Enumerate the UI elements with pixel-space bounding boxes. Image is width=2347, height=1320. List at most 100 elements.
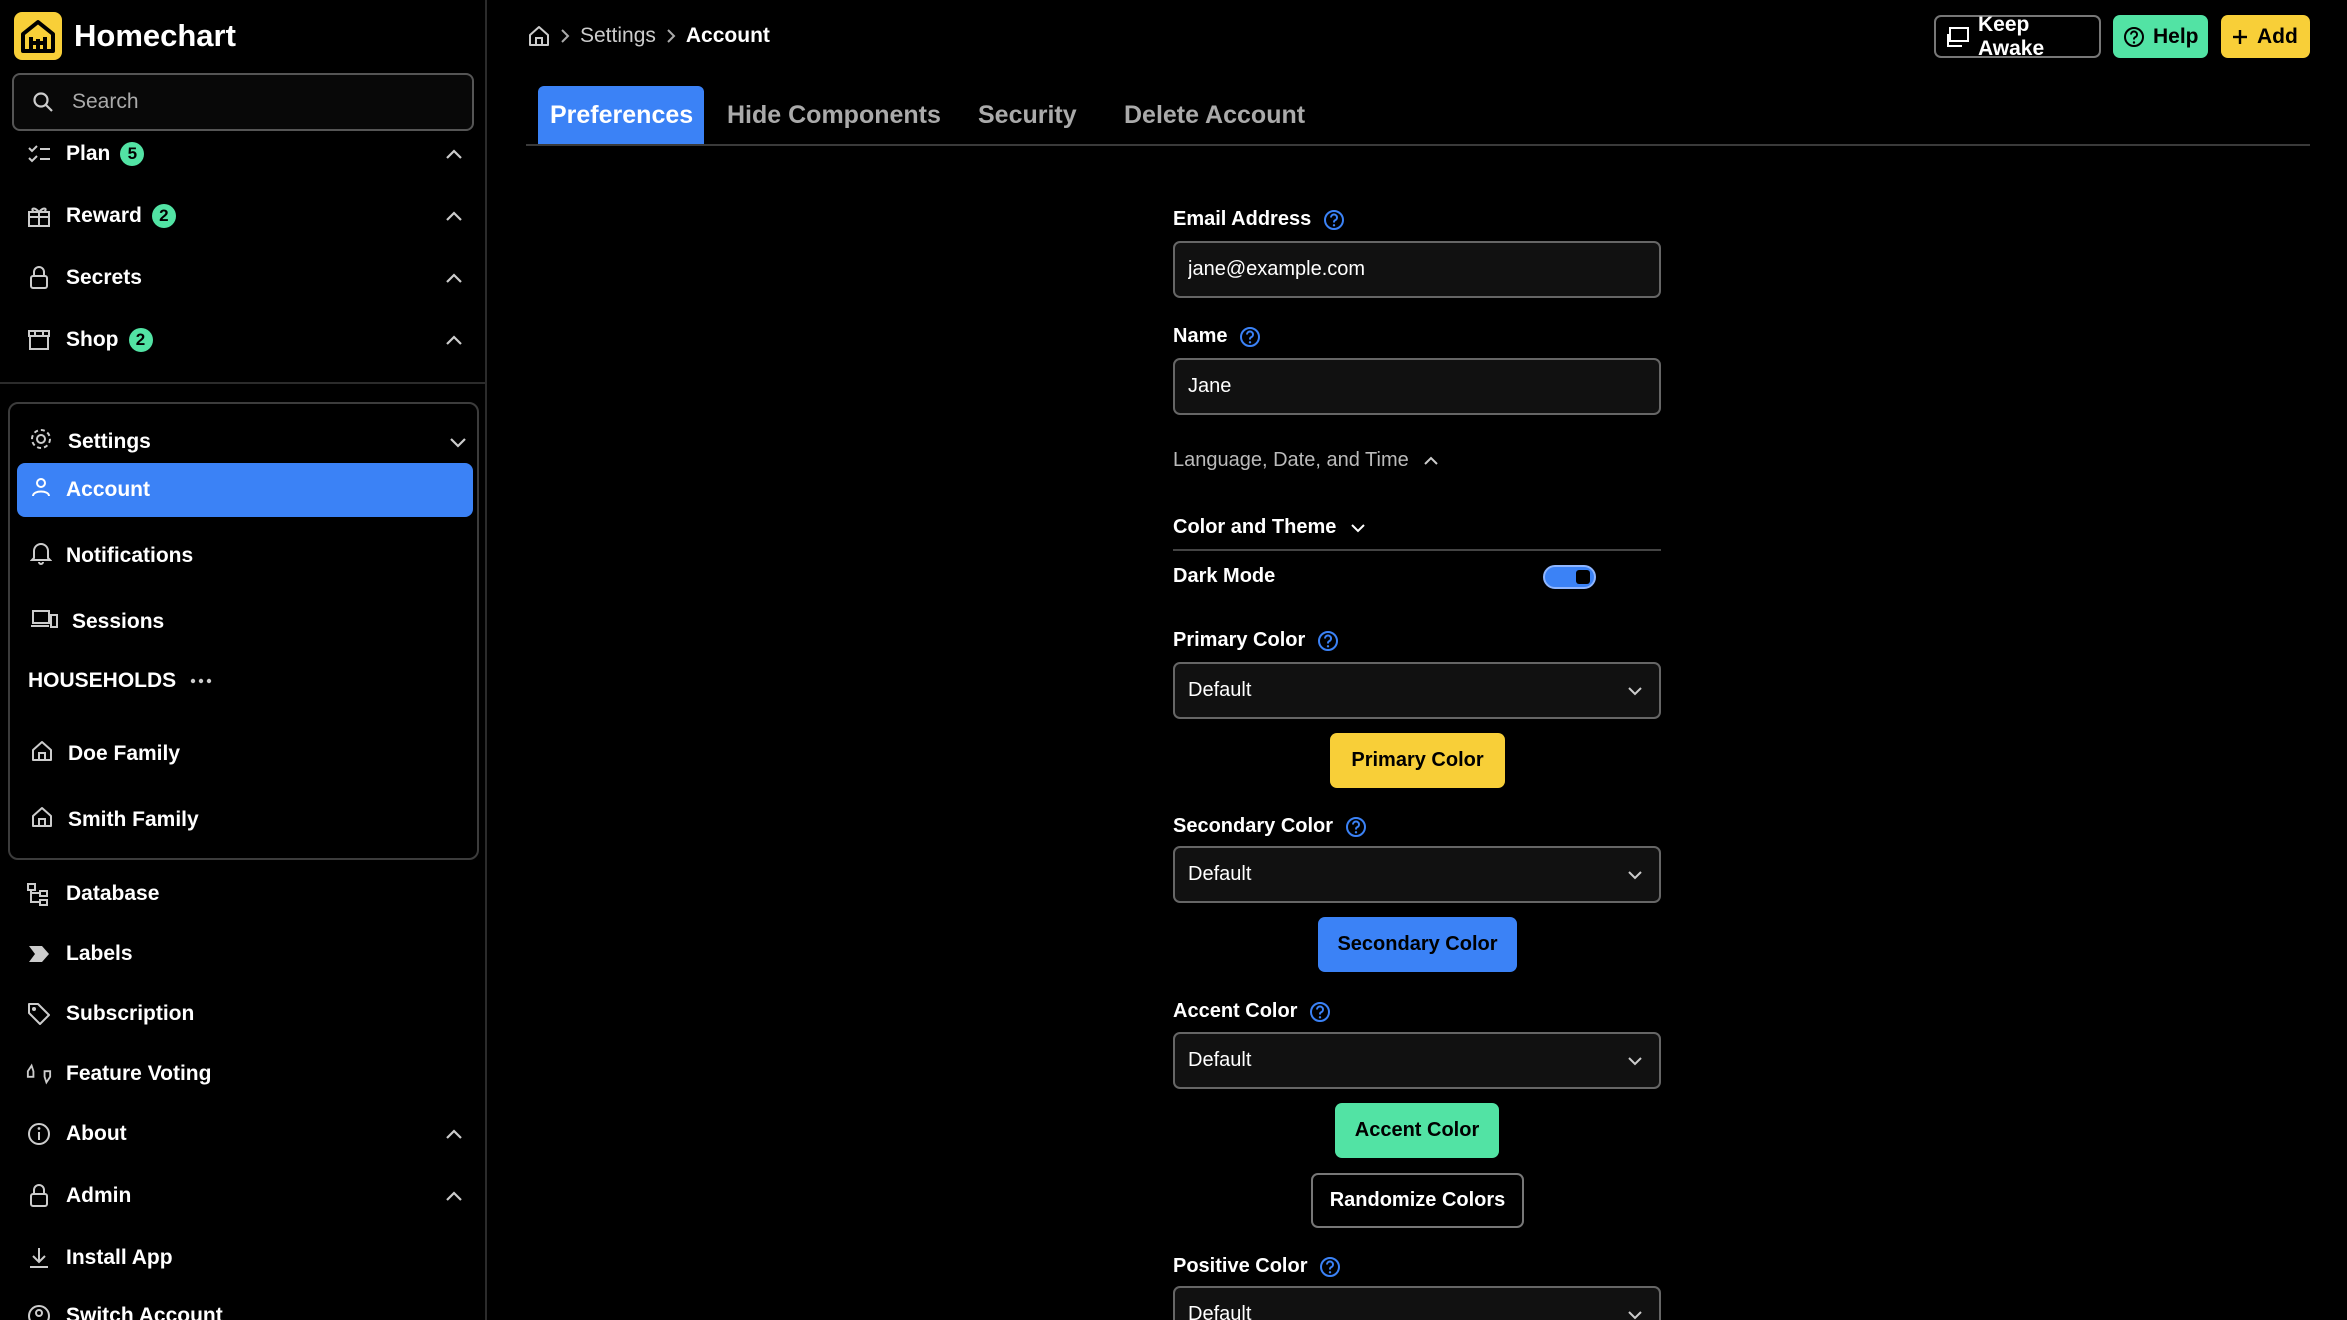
search-box[interactable]	[12, 73, 474, 131]
chevron-up-icon[interactable]	[442, 204, 466, 228]
primary-color-button[interactable]: Primary Color	[1330, 733, 1505, 788]
plus-icon	[2231, 28, 2249, 46]
more-icon[interactable]	[190, 678, 212, 684]
gift-icon	[26, 203, 52, 229]
select-value: Default	[1188, 679, 1252, 701]
color-section-toggle[interactable]: Color and Theme	[1173, 516, 1366, 539]
sidebar-item-reward[interactable]: Reward 2	[26, 196, 466, 236]
sidebar-item-label: Doe Family	[68, 742, 181, 765]
accent-color-select[interactable]: Default	[1173, 1032, 1661, 1089]
search-input[interactable]	[72, 90, 452, 114]
sidebar-item-shop[interactable]: Shop 2	[26, 320, 466, 360]
sidebar-item-household[interactable]: Smith Family	[30, 800, 470, 840]
devices-icon	[30, 608, 58, 636]
sidebar-item-settings[interactable]: Settings	[28, 422, 468, 462]
bell-icon	[29, 541, 53, 571]
question-circle-icon	[2123, 26, 2145, 48]
sidebar-item-sessions[interactable]: Sessions	[30, 602, 470, 642]
accent-color-button[interactable]: Accent Color	[1335, 1103, 1499, 1158]
keep-awake-label: Keep Awake	[1978, 12, 2045, 60]
breadcrumb-settings[interactable]: Settings	[580, 24, 656, 48]
help-icon[interactable]	[1323, 209, 1345, 231]
toggle-knob	[1576, 570, 1590, 584]
sidebar-item-labels[interactable]: Labels	[26, 934, 466, 974]
sidebar-item-account[interactable]: Account	[30, 470, 470, 510]
name-field[interactable]	[1173, 358, 1661, 415]
language-section-label: Language, Date, and Time	[1173, 449, 1409, 471]
chevron-up-icon[interactable]	[442, 1122, 466, 1146]
house-icon	[30, 805, 54, 835]
sidebar-item-install-app[interactable]: Install App	[26, 1238, 466, 1278]
sidebar-item-label: Shop	[66, 328, 119, 351]
tab-preferences[interactable]: Preferences	[538, 86, 704, 144]
positive-color-select[interactable]: Default	[1173, 1286, 1661, 1320]
search-icon	[30, 89, 56, 115]
tab-security[interactable]: Security	[966, 86, 1089, 144]
chevron-up-icon[interactable]	[442, 142, 466, 166]
house-icon	[30, 739, 54, 769]
add-button[interactable]: Add	[2221, 15, 2310, 58]
secondary-color-button[interactable]: Secondary Color	[1318, 917, 1517, 972]
sidebar-item-notifications[interactable]: Notifications	[29, 536, 470, 576]
divider	[0, 382, 485, 384]
chevron-up-icon[interactable]	[442, 266, 466, 290]
info-icon	[26, 1121, 52, 1147]
home-icon[interactable]	[528, 25, 550, 47]
tab-delete-account[interactable]: Delete Account	[1112, 86, 1317, 144]
sidebar-item-admin[interactable]: Admin	[26, 1176, 466, 1216]
sidebar-item-subscription[interactable]: Subscription	[26, 994, 466, 1034]
sidebar-item-database[interactable]: Database	[26, 874, 466, 914]
language-section-toggle[interactable]: Language, Date, and Time	[1173, 449, 1439, 472]
user-icon	[30, 476, 52, 504]
color-section-label: Color and Theme	[1173, 516, 1337, 538]
settings-group: Settings Account Notifications Sessions …	[8, 402, 479, 860]
sidebar-item-label: Admin	[66, 1184, 132, 1207]
chevron-up-icon[interactable]	[442, 328, 466, 352]
breadcrumb-current: Account	[685, 24, 770, 47]
help-icon[interactable]	[1319, 1256, 1341, 1278]
secondary-color-select[interactable]: Default	[1173, 846, 1661, 903]
help-icon[interactable]	[1317, 630, 1339, 652]
add-label: Add	[2257, 24, 2298, 48]
home-logo-icon	[14, 12, 62, 60]
lock-icon	[26, 265, 52, 291]
chevron-down-icon[interactable]	[446, 430, 470, 454]
sidebar-item-label: Install App	[66, 1246, 173, 1269]
database-icon	[26, 881, 52, 907]
sidebar-item-switch-account[interactable]: Switch Account	[26, 1296, 466, 1320]
count-badge: 5	[120, 142, 145, 166]
help-icon[interactable]	[1239, 326, 1261, 348]
sidebar-item-about[interactable]: About	[26, 1114, 466, 1154]
email-field[interactable]	[1173, 241, 1661, 298]
accent-color-label-row: Accent Color	[1173, 1000, 1331, 1023]
sidebar-item-household[interactable]: Doe Family	[30, 734, 470, 774]
tab-hide-components[interactable]: Hide Components	[715, 86, 953, 144]
sidebar-item-secrets[interactable]: Secrets	[26, 258, 466, 298]
chevron-up-icon	[1423, 455, 1439, 466]
store-icon	[26, 327, 52, 353]
primary-color-select[interactable]: Default	[1173, 662, 1661, 719]
chevron-down-icon	[1350, 522, 1366, 533]
randomize-colors-button[interactable]: Randomize Colors	[1311, 1173, 1524, 1228]
tag-icon	[26, 1001, 52, 1027]
secondary-color-label: Secondary Color	[1173, 815, 1334, 837]
help-button[interactable]: Help	[2113, 15, 2208, 58]
chevron-up-icon[interactable]	[442, 1184, 466, 1208]
sidebar-item-plan[interactable]: Plan 5	[26, 134, 466, 174]
gear-icon	[28, 426, 54, 458]
sidebar-item-feature-voting[interactable]: Feature Voting	[26, 1054, 466, 1094]
select-value: Default	[1188, 863, 1252, 885]
help-icon[interactable]	[1345, 816, 1367, 838]
sidebar-item-label: Settings	[68, 430, 151, 453]
dark-mode-toggle[interactable]	[1543, 565, 1596, 589]
dark-mode-label: Dark Mode	[1173, 565, 1276, 587]
keep-awake-button[interactable]: Keep Awake	[1934, 12, 2101, 60]
dark-mode-row: Dark Mode	[1173, 565, 1275, 588]
chevron-down-icon	[1625, 681, 1645, 701]
tab-bar: Preferences Hide Components Security Del…	[526, 86, 2310, 146]
help-label: Help	[2153, 24, 2199, 48]
help-icon[interactable]	[1309, 1001, 1331, 1023]
brand[interactable]: Homechart	[14, 12, 236, 60]
chevron-down-icon	[1625, 1051, 1645, 1071]
section-divider	[1173, 549, 1661, 551]
